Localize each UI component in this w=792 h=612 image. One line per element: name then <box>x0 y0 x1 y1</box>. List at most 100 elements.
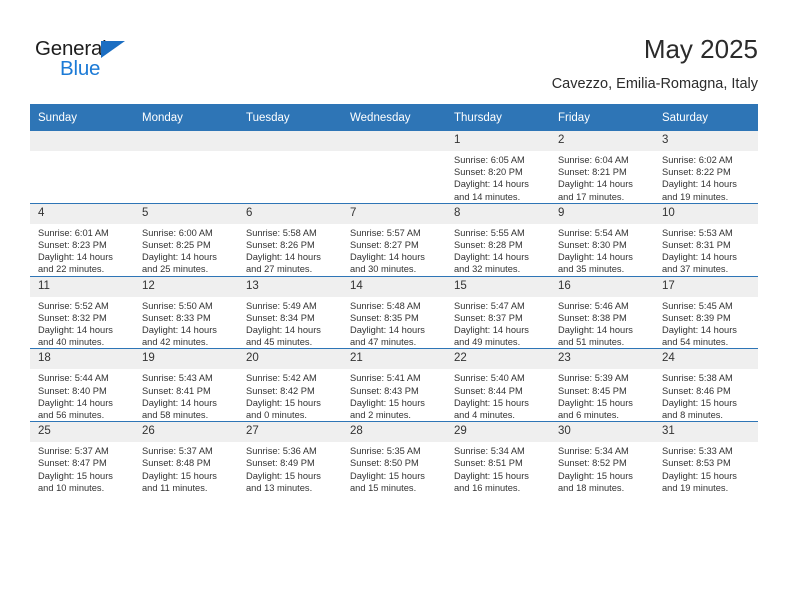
sun-info-line: Sunset: 8:26 PM <box>246 240 315 251</box>
sun-info-line: Sunrise: 5:52 AM <box>38 300 109 311</box>
day-number: 27 <box>238 422 342 443</box>
day-cell[interactable]: 14 Sunrise: 5:48 AM Sunset: 8:35 PM Dayligh… <box>342 275 446 349</box>
day-cell[interactable]: 2 Sunrise: 6:04 AM Sunset: 8:21 PM Daylight… <box>550 131 654 203</box>
day-number <box>134 131 238 151</box>
day-number: 6 <box>238 203 342 224</box>
sun-info-line: and 2 minutes. <box>350 410 411 421</box>
day-cell[interactable]: 22 Sunrise: 5:40 AM Sunset: 8:44 PM Dayligh… <box>446 348 550 422</box>
day-cell[interactable]: 8 Sunrise: 5:55 AM Sunset: 8:28 PM Daylight… <box>446 202 550 277</box>
day-cell[interactable]: 16 Sunrise: 5:46 AM Sunset: 8:38 PM Dayligh… <box>550 275 654 349</box>
sun-info-line: Sunrise: 6:02 AM <box>662 155 733 165</box>
sun-info-line: Sunrise: 5:35 AM <box>350 446 421 457</box>
day-number: 1 <box>446 131 550 151</box>
day-cell[interactable]: 9 Sunrise: 5:54 AM Sunset: 8:30 PM Daylight… <box>550 202 654 277</box>
sun-info-line: Sunrise: 5:49 AM <box>246 300 317 311</box>
sun-info-line: Sunrise: 5:55 AM <box>454 227 525 238</box>
day-cell[interactable]: 30 Sunrise: 5:34 AM Sunset: 8:52 PM Dayligh… <box>550 421 654 495</box>
day-sun-info: Sunrise: 5:34 AM Sunset: 8:52 PM Daylight:… <box>550 442 654 494</box>
sun-info-line: and 51 minutes. <box>558 337 625 348</box>
day-cell[interactable]: 15 Sunrise: 5:47 AM Sunset: 8:37 PM Dayligh… <box>446 275 550 349</box>
day-cell[interactable]: 13 Sunrise: 5:49 AM Sunset: 8:34 PM Dayligh… <box>238 275 342 349</box>
calendar-week-row: 1 Sunrise: 6:05 AM Sunset: 8:20 PM Daylight… <box>30 131 758 203</box>
day-sun-info: Sunrise: 6:00 AM Sunset: 8:25 PM Daylight:… <box>134 224 238 276</box>
day-cell[interactable]: 28 Sunrise: 5:35 AM Sunset: 8:50 PM Dayligh… <box>342 421 446 495</box>
sun-info-line: Daylight: 15 hours <box>246 470 321 481</box>
day-sun-info: Sunrise: 5:38 AM Sunset: 8:46 PM Daylight:… <box>654 369 758 421</box>
day-cell[interactable]: 26 Sunrise: 5:37 AM Sunset: 8:48 PM Dayligh… <box>134 421 238 495</box>
calendar-body: 1 Sunrise: 6:05 AM Sunset: 8:20 PM Daylight… <box>30 131 758 495</box>
day-sun-info: Sunrise: 5:58 AM Sunset: 8:26 PM Daylight:… <box>238 224 342 276</box>
day-cell[interactable]: 4 Sunrise: 6:01 AM Sunset: 8:23 PM Daylight… <box>30 202 134 277</box>
day-cell[interactable]: 31 Sunrise: 5:33 AM Sunset: 8:53 PM Dayligh… <box>654 421 758 495</box>
day-cell[interactable]: 5 Sunrise: 6:00 AM Sunset: 8:25 PM Daylight… <box>134 202 238 277</box>
day-number: 30 <box>550 422 654 443</box>
sun-info-line: Daylight: 14 hours <box>246 325 321 336</box>
sun-info-line: and 22 minutes. <box>38 264 105 275</box>
sun-info-line: Sunset: 8:49 PM <box>246 458 315 469</box>
sun-info-line: Sunset: 8:52 PM <box>558 458 627 469</box>
sun-info-line: Sunrise: 5:45 AM <box>662 300 733 311</box>
sun-info-line: Daylight: 14 hours <box>350 325 425 336</box>
day-number: 31 <box>654 422 758 443</box>
weekday-header-wednesday: Wednesday <box>342 104 446 131</box>
calendar-page: General Blue May 2025 Cavezzo, Emilia-Ro… <box>0 0 792 612</box>
day-cell[interactable]: 19 Sunrise: 5:43 AM Sunset: 8:41 PM Dayligh… <box>134 348 238 422</box>
day-cell[interactable]: 23 Sunrise: 5:39 AM Sunset: 8:45 PM Dayligh… <box>550 348 654 422</box>
day-cell[interactable]: 10 Sunrise: 5:53 AM Sunset: 8:31 PM Dayligh… <box>654 202 758 277</box>
sun-info-line: and 42 minutes. <box>142 337 209 348</box>
sun-info-line: Sunrise: 5:42 AM <box>246 373 317 384</box>
day-cell[interactable]: 25 Sunrise: 5:37 AM Sunset: 8:47 PM Dayligh… <box>30 421 134 495</box>
sun-info-line: Sunset: 8:44 PM <box>454 385 523 396</box>
weekday-header-tuesday: Tuesday <box>238 104 342 131</box>
day-cell-empty <box>30 131 134 203</box>
day-sun-info: Sunrise: 5:57 AM Sunset: 8:27 PM Daylight:… <box>342 224 446 276</box>
day-cell[interactable]: 24 Sunrise: 5:38 AM Sunset: 8:46 PM Dayligh… <box>654 348 758 422</box>
day-cell[interactable]: 17 Sunrise: 5:45 AM Sunset: 8:39 PM Dayligh… <box>654 275 758 349</box>
sun-info-line: Daylight: 14 hours <box>246 252 321 263</box>
day-cell[interactable]: 7 Sunrise: 5:57 AM Sunset: 8:27 PM Daylight… <box>342 202 446 277</box>
day-cell[interactable]: 21 Sunrise: 5:41 AM Sunset: 8:43 PM Dayligh… <box>342 348 446 422</box>
sun-info-line: Daylight: 14 hours <box>454 252 529 263</box>
sun-info-line: Daylight: 14 hours <box>662 179 737 190</box>
day-cell[interactable]: 1 Sunrise: 6:05 AM Sunset: 8:20 PM Daylight… <box>446 131 550 203</box>
day-number: 18 <box>30 349 134 370</box>
sun-info-line: and 40 minutes. <box>38 337 105 348</box>
day-sun-info: Sunrise: 5:49 AM Sunset: 8:34 PM Daylight:… <box>238 297 342 349</box>
sun-info-line: Daylight: 15 hours <box>142 470 217 481</box>
sun-info-line: and 19 minutes. <box>662 482 729 493</box>
day-number: 23 <box>550 349 654 370</box>
sun-info-line: Daylight: 14 hours <box>454 179 529 190</box>
sun-info-line: Sunrise: 6:04 AM <box>558 155 629 165</box>
day-number <box>342 131 446 151</box>
sun-info-line: Sunset: 8:31 PM <box>662 240 731 251</box>
day-cell-empty <box>134 131 238 203</box>
sun-info-line: and 11 minutes. <box>142 482 208 493</box>
day-cell[interactable]: 20 Sunrise: 5:42 AM Sunset: 8:42 PM Dayligh… <box>238 348 342 422</box>
day-cell[interactable]: 6 Sunrise: 5:58 AM Sunset: 8:26 PM Daylight… <box>238 202 342 277</box>
sun-info-line: and 0 minutes. <box>246 410 307 421</box>
day-cell[interactable]: 3 Sunrise: 6:02 AM Sunset: 8:22 PM Daylight… <box>654 131 758 203</box>
page-title: May 2025 <box>643 34 758 64</box>
sun-info-line: Sunset: 8:42 PM <box>246 385 315 396</box>
sun-info-line: and 37 minutes. <box>662 264 729 275</box>
sun-info-line: Sunrise: 5:44 AM <box>38 373 109 384</box>
day-cell[interactable]: 27 Sunrise: 5:36 AM Sunset: 8:49 PM Dayligh… <box>238 421 342 495</box>
sun-info-line: Daylight: 14 hours <box>558 325 633 336</box>
day-sun-info: Sunrise: 5:45 AM Sunset: 8:39 PM Daylight:… <box>654 297 758 349</box>
generalblue-logo[interactable]: General Blue <box>35 38 155 86</box>
sun-info-line: Daylight: 15 hours <box>662 397 737 408</box>
page-header: General Blue May 2025 Cavezzo, Emilia-Ro… <box>0 0 792 100</box>
day-cell[interactable]: 18 Sunrise: 5:44 AM Sunset: 8:40 PM Dayligh… <box>30 348 134 422</box>
day-number: 7 <box>342 203 446 224</box>
day-sun-info <box>30 151 134 154</box>
day-cell[interactable]: 29 Sunrise: 5:34 AM Sunset: 8:51 PM Dayligh… <box>446 421 550 495</box>
sun-info-line: and 6 minutes. <box>558 410 619 421</box>
day-cell-empty <box>238 131 342 203</box>
sun-info-line: and 45 minutes. <box>246 337 313 348</box>
sunrise-sunset-calendar: Sunday Monday Tuesday Wednesday Thursday Frid… <box>30 104 758 495</box>
day-number: 14 <box>342 276 446 297</box>
sun-info-line: and 32 minutes. <box>454 264 521 275</box>
day-cell[interactable]: 11 Sunrise: 5:52 AM Sunset: 8:32 PM Dayligh… <box>30 275 134 349</box>
sun-info-line: Sunset: 8:28 PM <box>454 240 523 251</box>
day-cell[interactable]: 12 Sunrise: 5:50 AM Sunset: 8:33 PM Dayligh… <box>134 275 238 349</box>
